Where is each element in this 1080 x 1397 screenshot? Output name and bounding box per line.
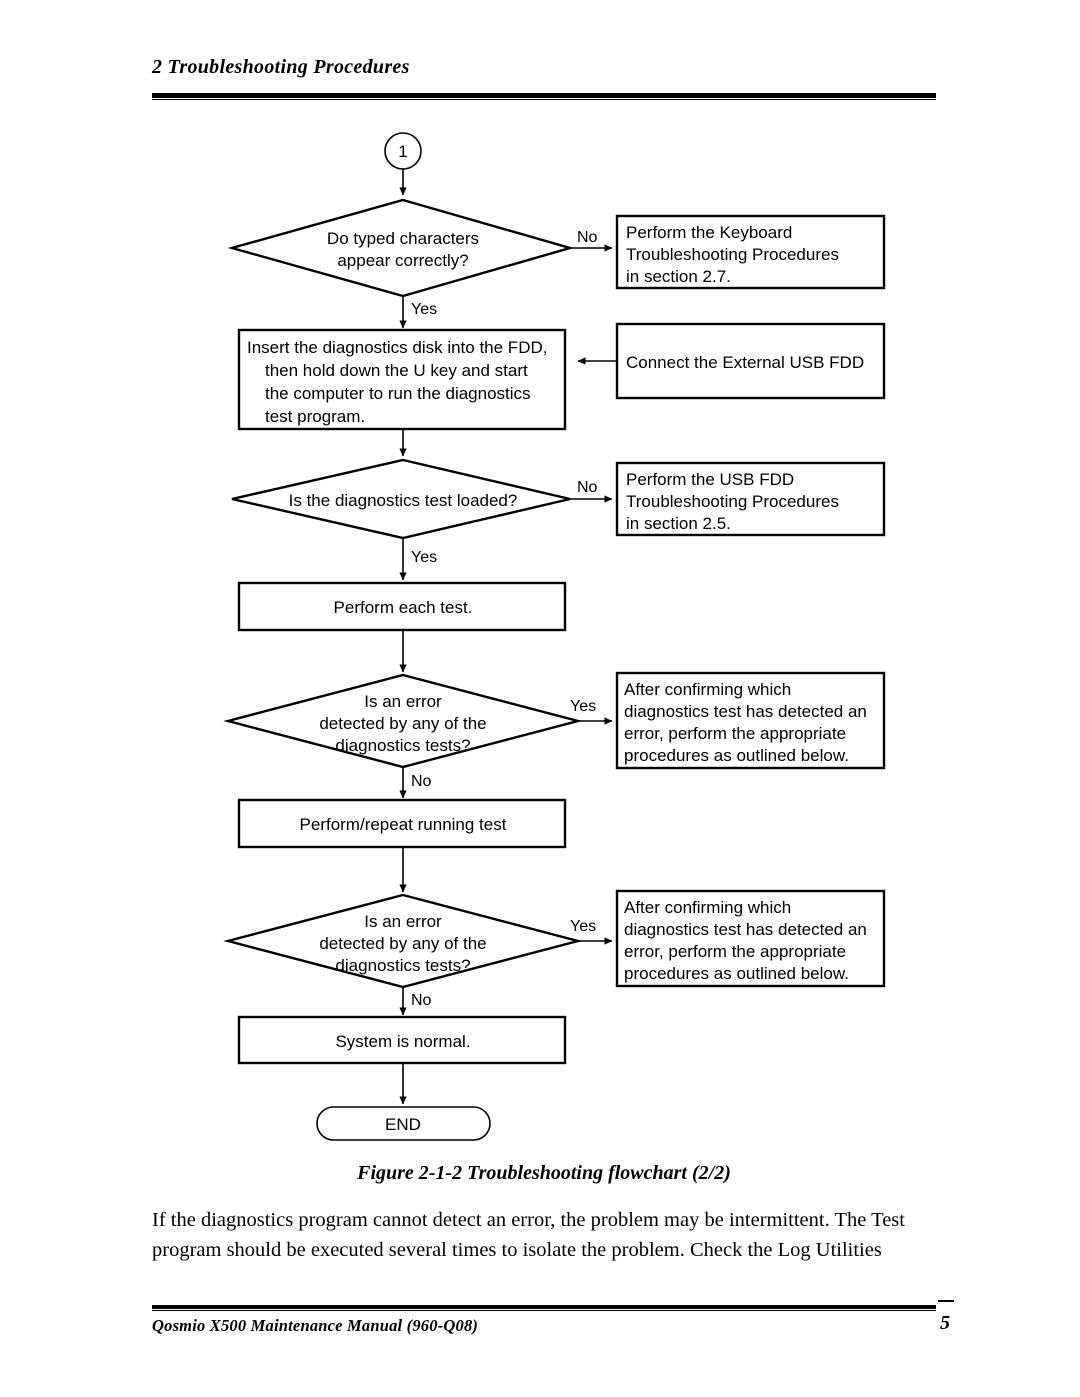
decision2-line1: Is the diagnostics test loaded? [289,491,518,510]
edge-label-decision4-yes: Yes [570,918,596,935]
end-label: END [385,1115,421,1134]
edge-label-decision3-no: No [411,773,432,790]
decision3-line2: detected by any of the [319,714,486,733]
after-confirming-2-line2: diagnostics test has detected an [624,920,867,939]
footer-rule [152,1305,936,1309]
edge-label-decision2-no: No [577,479,598,496]
insert-disk-line4: test program. [265,407,365,426]
insert-disk-line1: Insert the diagnostics disk into the FDD… [247,338,547,357]
footer-page-number: 5 [940,1312,950,1334]
after-confirming-1-line4: procedures as outlined below. [624,746,849,765]
header-rule-secondary [152,99,936,100]
decision-do-typed-characters [227,198,575,298]
header-rule [152,93,936,98]
decision1-line1: Do typed characters [327,229,479,248]
after-confirming-1-line3: error, perform the appropriate [624,724,846,743]
keyboard-box-line3: in section 2.7. [626,267,731,286]
after-confirming-1-line2: diagnostics test has detected an [624,702,867,721]
body-paragraph: If the diagnostics program cannot detect… [152,1209,905,1261]
edge-label-decision2-yes: Yes [411,549,437,566]
insert-disk-line2: then hold down the U key and start [265,361,528,380]
footer-rule-secondary [152,1310,936,1311]
decision4-line3: diagnostics tests? [335,956,470,975]
edge-label-decision3-yes: Yes [570,698,596,715]
decision1-line2: appear correctly? [337,251,468,270]
decision4-line2: detected by any of the [319,934,486,953]
edge-label-decision4-no: No [411,992,432,1009]
footer-page-rule [938,1300,954,1302]
keyboard-box-line1: Perform the Keyboard [626,223,792,242]
decision3-line3: diagnostics tests? [335,736,470,755]
repeat-running-test-line1: Perform/repeat running test [300,815,507,834]
footer-manual-title: Qosmio X500 Maintenance Manual (960-Q08) [152,1316,479,1335]
perform-each-test-line1: Perform each test. [334,598,473,617]
after-confirming-2-line4: procedures as outlined below. [624,964,849,983]
decision3-line1: Is an error [364,692,442,711]
page-header: 2 Troubleshooting Procedures [152,56,936,78]
edge-label-decision1-no: No [577,229,598,246]
edge-label-decision1-yes: Yes [411,301,437,318]
usb-fdd-box-line2: Troubleshooting Procedures [626,492,839,511]
connector-label-1: 1 [398,142,407,161]
after-confirming-2-line3: error, perform the appropriate [624,942,846,961]
header-title: 2 Troubleshooting Procedures [152,56,410,78]
connect-fdd-line1: Connect the External USB FDD [626,353,864,372]
system-normal-line1: System is normal. [335,1032,470,1051]
figure-caption: Figure 2-1-2 Troubleshooting flowchart (… [357,1162,731,1184]
usb-fdd-box-line1: Perform the USB FDD [626,470,794,489]
keyboard-box-line2: Troubleshooting Procedures [626,245,839,264]
decision4-line1: Is an error [364,912,442,931]
after-confirming-2-line1: After confirming which [624,898,791,917]
usb-fdd-box-line3: in section 2.5. [626,514,731,533]
troubleshooting-flowchart: 1 Do typed characters appear correctly? … [0,110,1080,1170]
insert-disk-line3: the computer to run the diagnostics [265,384,531,403]
after-confirming-1-line1: After confirming which [624,680,791,699]
